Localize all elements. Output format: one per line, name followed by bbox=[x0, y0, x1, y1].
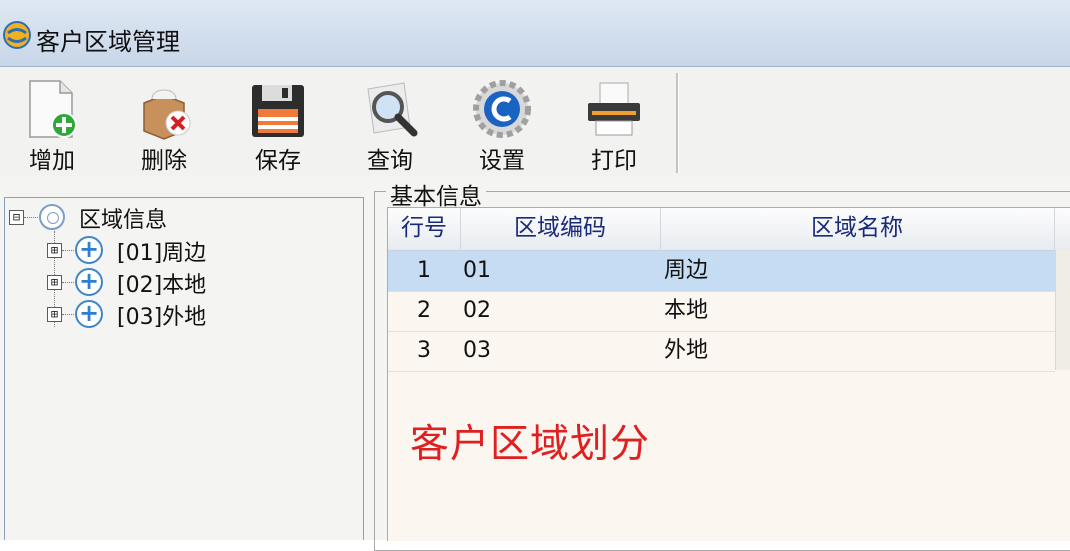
title-bar: 客户区域管理 bbox=[0, 0, 1070, 67]
table-row[interactable]: 2 02 本地 bbox=[388, 291, 1055, 332]
tree-connector bbox=[24, 217, 38, 218]
code-cell: 01 bbox=[463, 258, 491, 283]
print-button[interactable]: 打印 bbox=[564, 67, 664, 177]
tree-node[interactable]: ⊞ + [01]周边 bbox=[5, 235, 305, 266]
magnifier-icon bbox=[367, 82, 418, 137]
expand-icon[interactable]: ⊞ bbox=[47, 307, 62, 322]
gear-icon bbox=[473, 80, 531, 138]
tree-node-label: [02]本地 bbox=[117, 273, 207, 298]
tree-root[interactable]: ⊟ 区域信息 bbox=[5, 202, 361, 233]
print-button-label: 打印 bbox=[591, 148, 637, 174]
tree-connector bbox=[62, 250, 74, 251]
grid-scrollbar[interactable] bbox=[1055, 250, 1070, 370]
code-cell: 03 bbox=[463, 338, 491, 363]
table-row[interactable]: 3 03 外地 bbox=[388, 331, 1055, 372]
toolbar-separator bbox=[676, 73, 679, 173]
column-header-row-no[interactable]: 行号 bbox=[388, 208, 461, 250]
name-cell: 外地 bbox=[664, 338, 709, 363]
plus-circle-icon: + bbox=[75, 268, 103, 296]
tree-node[interactable]: ⊞ + [02]本地 bbox=[5, 267, 305, 298]
tree-root-label: 区域信息 bbox=[79, 208, 168, 233]
query-button-label: 查询 bbox=[367, 148, 413, 174]
name-cell: 周边 bbox=[664, 258, 709, 283]
plus-circle-icon: + bbox=[75, 300, 103, 328]
window-title: 客户区域管理 bbox=[36, 28, 180, 56]
content-area: ⊟ 区域信息 ⊞ + [01]周边 ⊞ + [02]本地 ⊞ + [03]外地 … bbox=[0, 177, 1070, 551]
region-grid: 行号 区域编码 区域名称 1 01 周边 2 02 本地 3 03 外地 bbox=[387, 207, 1070, 541]
delete-button-label: 删除 bbox=[141, 148, 187, 174]
code-cell: 02 bbox=[463, 298, 491, 323]
delete-button[interactable]: 删除 bbox=[114, 67, 214, 177]
app-logo-icon bbox=[3, 21, 31, 49]
add-document-icon bbox=[29, 80, 77, 138]
grid-header: 行号 区域编码 区域名称 bbox=[388, 208, 1070, 251]
plus-circle-icon: + bbox=[75, 236, 103, 264]
row-number-cell: 1 bbox=[417, 258, 431, 283]
column-header-code[interactable]: 区域编码 bbox=[460, 208, 661, 250]
table-row[interactable]: 1 01 周边 bbox=[388, 251, 1055, 292]
collapse-icon[interactable]: ⊟ bbox=[9, 210, 24, 225]
tree-node-label: [03]外地 bbox=[117, 305, 207, 330]
tree-node-label: [01]周边 bbox=[117, 241, 207, 266]
expand-icon[interactable]: ⊞ bbox=[47, 243, 62, 258]
add-button-label: 增加 bbox=[29, 148, 75, 174]
add-button[interactable]: 增加 bbox=[2, 67, 102, 177]
tree-connector bbox=[62, 282, 74, 283]
caption-text: 客户区域划分 bbox=[410, 422, 651, 467]
floppy-disk-icon bbox=[252, 85, 304, 137]
group-legend: 基本信息 bbox=[386, 177, 486, 211]
save-button[interactable]: 保存 bbox=[228, 67, 328, 177]
region-tree: ⊟ 区域信息 ⊞ + [01]周边 ⊞ + [02]本地 ⊞ + [03]外地 bbox=[4, 197, 364, 540]
row-number-cell: 2 bbox=[417, 298, 431, 323]
settings-button-label: 设置 bbox=[479, 148, 525, 174]
settings-button[interactable]: 设置 bbox=[452, 67, 552, 177]
tree-connector bbox=[62, 314, 74, 315]
printer-icon bbox=[588, 82, 640, 136]
delete-box-icon bbox=[143, 89, 191, 140]
row-number-cell: 3 bbox=[417, 338, 431, 363]
save-button-label: 保存 bbox=[255, 148, 301, 174]
globe-icon bbox=[39, 204, 65, 230]
query-button[interactable]: 查询 bbox=[340, 67, 440, 177]
expand-icon[interactable]: ⊞ bbox=[47, 275, 62, 290]
column-header-name[interactable]: 区域名称 bbox=[660, 208, 1055, 250]
name-cell: 本地 bbox=[664, 298, 709, 323]
tree-node[interactable]: ⊞ + [03]外地 bbox=[5, 299, 305, 330]
toolbar: 增加 删除 保存 查询 设置 打印 bbox=[0, 67, 1070, 177]
